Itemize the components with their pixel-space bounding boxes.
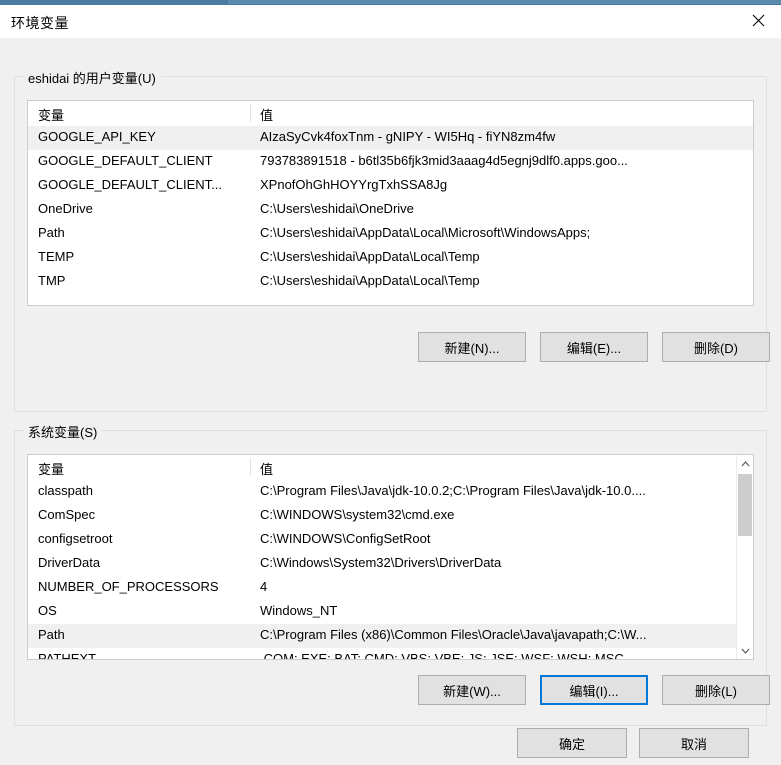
variable-name-cell: Path (38, 225, 65, 240)
table-row[interactable]: OS Windows_NT (28, 600, 753, 624)
variable-value-cell: C:\Program Files\Java\jdk-10.0.2;C:\Prog… (260, 483, 646, 498)
table-row[interactable]: GOOGLE_API_KEY AIzaSyCvk4foxTnm - gNIPY -… (28, 126, 753, 150)
dialog-titlebar: 环境变量 (0, 5, 781, 38)
variable-name-cell: TMP (38, 273, 66, 288)
table-row[interactable]: PATHEXT .COM;.EXE;.BAT;.CMD;.VBS;.VBE;.JS… (28, 648, 753, 660)
variable-name-cell: DriverData (38, 555, 101, 570)
variable-name-cell: OneDrive (38, 201, 93, 216)
user-list-rows: GOOGLE_API_KEY AIzaSyCvk4foxTnm - gNIPY -… (28, 126, 753, 294)
chevron-up-icon[interactable] (737, 455, 753, 472)
variable-value-cell: 793783891518 - b6tl35b6fjk3mid3aaag4d5eg… (260, 153, 628, 168)
variable-value-cell: C:\Users\eshidai\AppData\Local\Temp (260, 273, 480, 288)
variable-value-cell: C:\Windows\System32\Drivers\DriverData (260, 555, 502, 570)
variable-name-cell: OS (38, 603, 57, 618)
user-delete-button[interactable]: 删除(D) (662, 332, 770, 362)
variable-name-cell: GOOGLE_DEFAULT_CLIENT (38, 153, 213, 168)
cancel-button[interactable]: 取消 (639, 728, 749, 758)
variable-name-cell: configsetroot (38, 531, 113, 546)
variable-value-cell: C:\Users\eshidai\OneDrive (260, 201, 414, 216)
system-new-button[interactable]: 新建(W)... (418, 675, 526, 705)
table-row[interactable]: TEMP C:\Users\eshidai\AppData\Local\Temp (28, 246, 753, 270)
variable-value-cell: 4 (260, 579, 268, 594)
variable-name-cell: TEMP (38, 249, 75, 264)
system-edit-button[interactable]: 编辑(I)... (540, 675, 648, 705)
close-icon[interactable] (735, 5, 781, 36)
user-variables-label: eshidai 的用户变量(U) (24, 68, 161, 87)
table-row[interactable]: GOOGLE_DEFAULT_CLIENT... XPnofOhGhHOYYrgT… (28, 174, 753, 198)
parent-window-titlebar-sliver (228, 0, 781, 4)
scrollbar-thumb[interactable] (738, 474, 752, 536)
system-list-header: 变量 值 (28, 455, 753, 480)
table-row[interactable]: NUMBER_OF_PROCESSORS 4 (28, 576, 753, 600)
dialog-body: eshidai 的用户变量(U) 变量 值 GOOGLE_API_KEY AIza… (0, 38, 781, 765)
system-variables-label: 系统变量(S) (24, 422, 103, 441)
dialog-title: 环境变量 (11, 15, 69, 31)
system-variables-list[interactable]: 变量 值 classpath C:\Program Files\Java\jdk-… (27, 454, 754, 660)
variable-name-cell: NUMBER_OF_PROCESSORS (38, 579, 219, 594)
column-header-value[interactable]: 值 (260, 105, 273, 124)
table-row[interactable]: DriverData C:\Windows\System32\Drivers\Dr… (28, 552, 753, 576)
chevron-down-icon[interactable] (737, 642, 753, 659)
variable-name-cell: PATHEXT (38, 651, 97, 660)
variable-value-cell: C:\Users\eshidai\AppData\Local\Microsoft… (260, 225, 591, 240)
system-list-rows: classpath C:\Program Files\Java\jdk-10.0.… (28, 480, 753, 660)
variable-value-cell: AIzaSyCvk4foxTnm - gNIPY - WI5Hq - fiYN8… (260, 129, 556, 144)
variable-name-cell: GOOGLE_API_KEY (38, 129, 156, 144)
variable-value-cell: Windows_NT (260, 603, 338, 618)
table-row[interactable]: OneDrive C:\Users\eshidai\OneDrive (28, 198, 753, 222)
variable-value-cell: C:\WINDOWS\system32\cmd.exe (260, 507, 455, 522)
column-header-name[interactable]: 变量 (38, 459, 64, 478)
user-new-button[interactable]: 新建(N)... (418, 332, 526, 362)
environment-variables-dialog: 环境变量 eshidai 的用户变量(U) 变量 值 GOOGLE_API_KE… (0, 5, 781, 765)
variable-value-cell: .COM;.EXE;.BAT;.CMD;.VBS;.VBE;.JS;.JSE;.… (260, 651, 624, 660)
column-divider (250, 458, 251, 476)
ok-button[interactable]: 确定 (517, 728, 627, 758)
variable-value-cell: C:\WINDOWS\ConfigSetRoot (260, 531, 431, 546)
variable-name-cell: ComSpec (38, 507, 96, 522)
table-row[interactable]: ComSpec C:\WINDOWS\system32\cmd.exe (28, 504, 753, 528)
variable-value-cell: XPnofOhGhHOYYrgTxhSSA8Jg (260, 177, 448, 192)
column-header-value[interactable]: 值 (260, 459, 273, 478)
variable-name-cell: classpath (38, 483, 93, 498)
system-list-scrollbar[interactable] (736, 455, 753, 659)
table-row[interactable]: Path C:\Program Files (x86)\Common Files\… (28, 624, 753, 648)
table-row[interactable]: configsetroot C:\WINDOWS\ConfigSetRoot (28, 528, 753, 552)
user-list-header: 变量 值 (28, 101, 753, 126)
column-header-name[interactable]: 变量 (38, 105, 64, 124)
table-row[interactable]: Path C:\Users\eshidai\AppData\Local\Micro… (28, 222, 753, 246)
system-delete-button[interactable]: 删除(L) (662, 675, 770, 705)
variable-name-cell: GOOGLE_DEFAULT_CLIENT... (38, 177, 222, 192)
variable-value-cell: C:\Program Files (x86)\Common Files\Orac… (260, 627, 647, 642)
table-row[interactable]: classpath C:\Program Files\Java\jdk-10.0.… (28, 480, 753, 504)
user-variables-list[interactable]: 变量 值 GOOGLE_API_KEY AIzaSyCvk4foxTnm - gN… (27, 100, 754, 306)
user-edit-button[interactable]: 编辑(E)... (540, 332, 648, 362)
column-divider (250, 104, 251, 122)
variable-name-cell: Path (38, 627, 65, 642)
variable-value-cell: C:\Users\eshidai\AppData\Local\Temp (260, 249, 480, 264)
system-variables-group: 系统变量(S) 变量 值 classpath C:\Program Files\J… (14, 422, 770, 726)
table-row[interactable]: GOOGLE_DEFAULT_CLIENT 793783891518 - b6tl… (28, 150, 753, 174)
table-row[interactable]: TMP C:\Users\eshidai\AppData\Local\Temp (28, 270, 753, 294)
user-variables-group: eshidai 的用户变量(U) 变量 值 GOOGLE_API_KEY AIza… (14, 68, 770, 412)
